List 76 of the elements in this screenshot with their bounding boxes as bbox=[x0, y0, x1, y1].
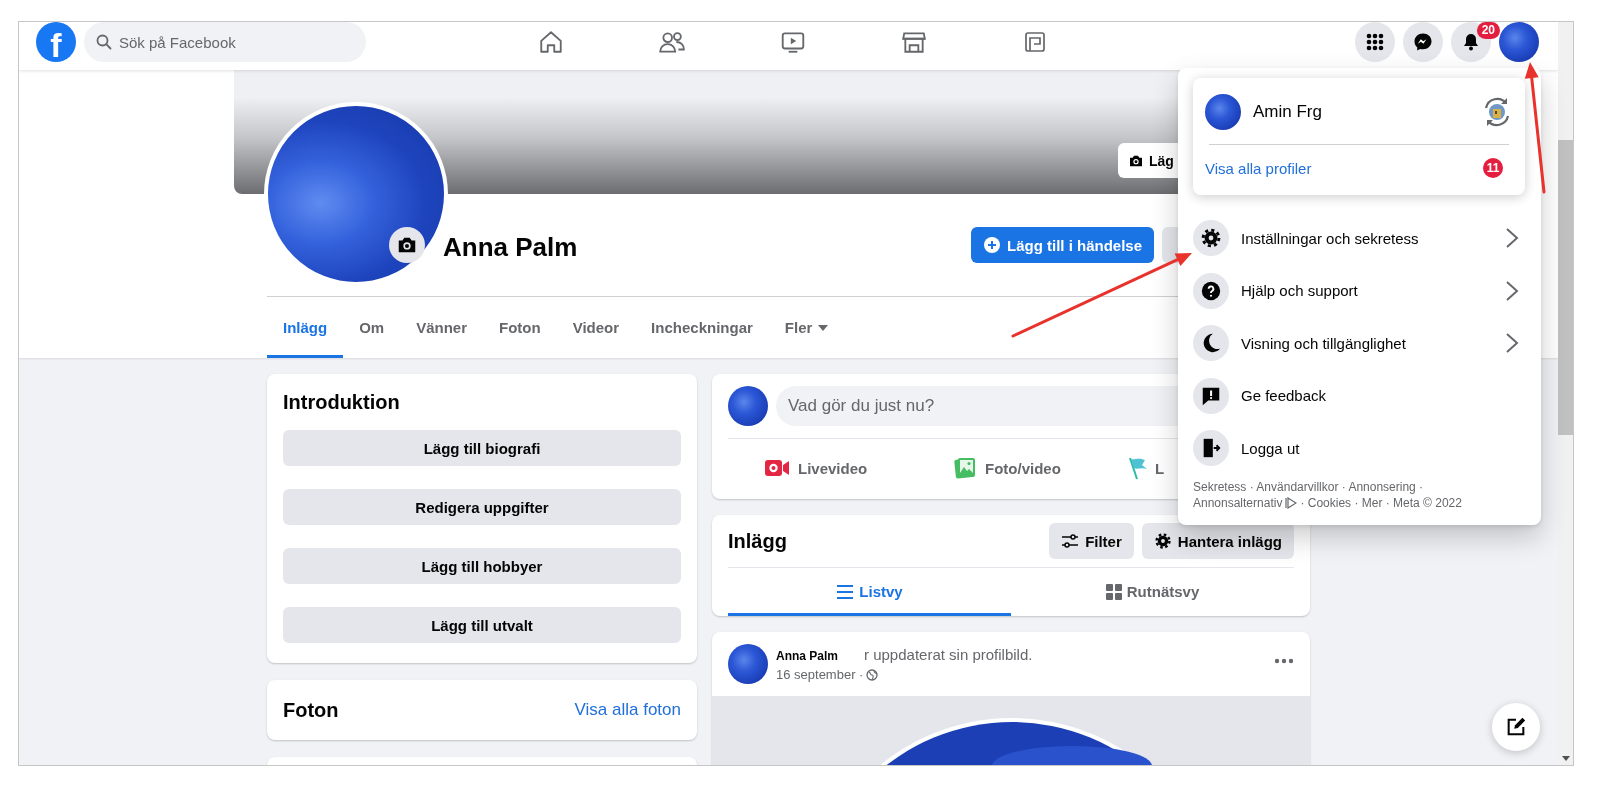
square-icon bbox=[1022, 30, 1047, 54]
question-icon bbox=[1200, 279, 1222, 302]
live-video-icon bbox=[764, 458, 790, 478]
scroll-down-icon bbox=[1561, 756, 1570, 761]
footer-link[interactable]: Annonsalternativ bbox=[1193, 494, 1283, 511]
card-title: Inlägg bbox=[728, 529, 787, 553]
profile-name: Anna Palm bbox=[443, 232, 578, 262]
gear-icon bbox=[1200, 227, 1222, 250]
house-icon bbox=[537, 29, 564, 55]
more-dots-icon bbox=[1274, 658, 1294, 664]
intro-button[interactable]: Redigera uppgifter bbox=[283, 489, 681, 525]
menu-item[interactable]: Ge feedback bbox=[1193, 369, 1525, 422]
search-icon bbox=[96, 34, 112, 50]
intro-button[interactable]: Lägg till biografi bbox=[283, 430, 681, 466]
search-input[interactable]: Sök på Facebook bbox=[119, 33, 349, 51]
menu-button[interactable] bbox=[1355, 22, 1395, 62]
list-icon bbox=[836, 583, 855, 600]
avatar bbox=[728, 386, 768, 426]
account-avatar[interactable] bbox=[1499, 22, 1539, 62]
logo[interactable]: f bbox=[36, 22, 76, 62]
profile-tab[interactable]: Incheckningar bbox=[635, 297, 769, 358]
footer-links[interactable]: Sekretess · Användarvillkor · Annonsering · bbox=[1193, 479, 1424, 494]
view-tab[interactable]: Rutnätsvy bbox=[1011, 568, 1294, 616]
edit-profile-button[interactable] bbox=[1162, 227, 1178, 263]
scrollbar[interactable] bbox=[1558, 22, 1573, 765]
composer-action[interactable]: L bbox=[1106, 443, 1171, 493]
compose-button[interactable] bbox=[1492, 703, 1540, 751]
menu-item[interactable]: Inställningar och sekretess bbox=[1193, 212, 1525, 265]
gear-icon bbox=[1153, 532, 1172, 550]
messenger-icon bbox=[1413, 32, 1433, 52]
see-all-profiles-link[interactable]: Visa alla profiler bbox=[1205, 159, 1312, 177]
view-tab[interactable]: Listvy bbox=[728, 568, 1011, 616]
menu-item[interactable]: Logga ut bbox=[1193, 422, 1525, 475]
messenger-button[interactable] bbox=[1403, 22, 1443, 62]
profile-name[interactable]: Amin Frg bbox=[1253, 102, 1469, 122]
post-author[interactable]: Anna Palm bbox=[776, 649, 838, 663]
plus-circle-icon bbox=[982, 236, 1001, 254]
see-all-photos-link[interactable]: Visa alla foton bbox=[574, 700, 681, 720]
camera-button[interactable] bbox=[389, 227, 425, 263]
sliders-icon bbox=[1061, 532, 1080, 550]
composer-action[interactable]: Foto/video bbox=[917, 443, 1106, 493]
menu-item[interactable]: Visning och tillgänglighet bbox=[1193, 317, 1525, 370]
menu-item[interactable]: Hjälp och support bbox=[1193, 264, 1525, 317]
profile-tab[interactable]: Foton bbox=[483, 297, 557, 358]
profile-tab[interactable]: Inlägg bbox=[267, 297, 344, 358]
manage-posts-button[interactable]: Hantera inlägg bbox=[1141, 523, 1294, 559]
count-badge: 11 bbox=[1483, 158, 1503, 178]
intro-button[interactable]: Lägg till utvalt bbox=[283, 607, 681, 643]
intro-button[interactable]: Lägg till hobbyer bbox=[283, 548, 681, 584]
post-text: r uppdaterat sin profilbild. bbox=[864, 646, 1033, 663]
globe-icon bbox=[866, 668, 879, 681]
avatar bbox=[728, 644, 768, 684]
store-icon bbox=[900, 29, 927, 55]
edit-icon bbox=[1505, 716, 1527, 738]
search-field[interactable]: Sök på Facebook bbox=[84, 22, 366, 62]
adchoices-icon bbox=[1285, 496, 1298, 509]
profile-tab[interactable]: Om bbox=[343, 297, 401, 358]
status-input[interactable]: Vad gör du just nu? bbox=[776, 386, 1178, 426]
cover-photo-button[interactable]: Läg bbox=[1118, 143, 1178, 178]
profile-tab[interactable]: Videor bbox=[556, 297, 636, 358]
bell-icon bbox=[1461, 32, 1481, 52]
post-date[interactable]: 16 september · bbox=[776, 667, 864, 682]
composer-action[interactable]: Livevideo bbox=[728, 443, 917, 493]
footer-links[interactable]: · Cookies · Mer · Meta © 2022 bbox=[1300, 494, 1462, 511]
avatar bbox=[1205, 94, 1241, 130]
grid-dots-icon bbox=[1365, 32, 1385, 52]
add-to-story-button[interactable]: Lägg till i händelse bbox=[970, 227, 1154, 263]
video-icon bbox=[779, 29, 806, 55]
profile-tab[interactable]: Fler bbox=[768, 297, 845, 358]
people-icon bbox=[657, 29, 686, 55]
card-title: Introduktion bbox=[283, 390, 401, 414]
photo-icon bbox=[953, 456, 977, 480]
card-title: Foton bbox=[283, 698, 339, 722]
filter-button[interactable]: Filter bbox=[1049, 523, 1134, 559]
profile-tab[interactable]: Vänner bbox=[400, 297, 484, 358]
grid-icon bbox=[1105, 583, 1122, 600]
